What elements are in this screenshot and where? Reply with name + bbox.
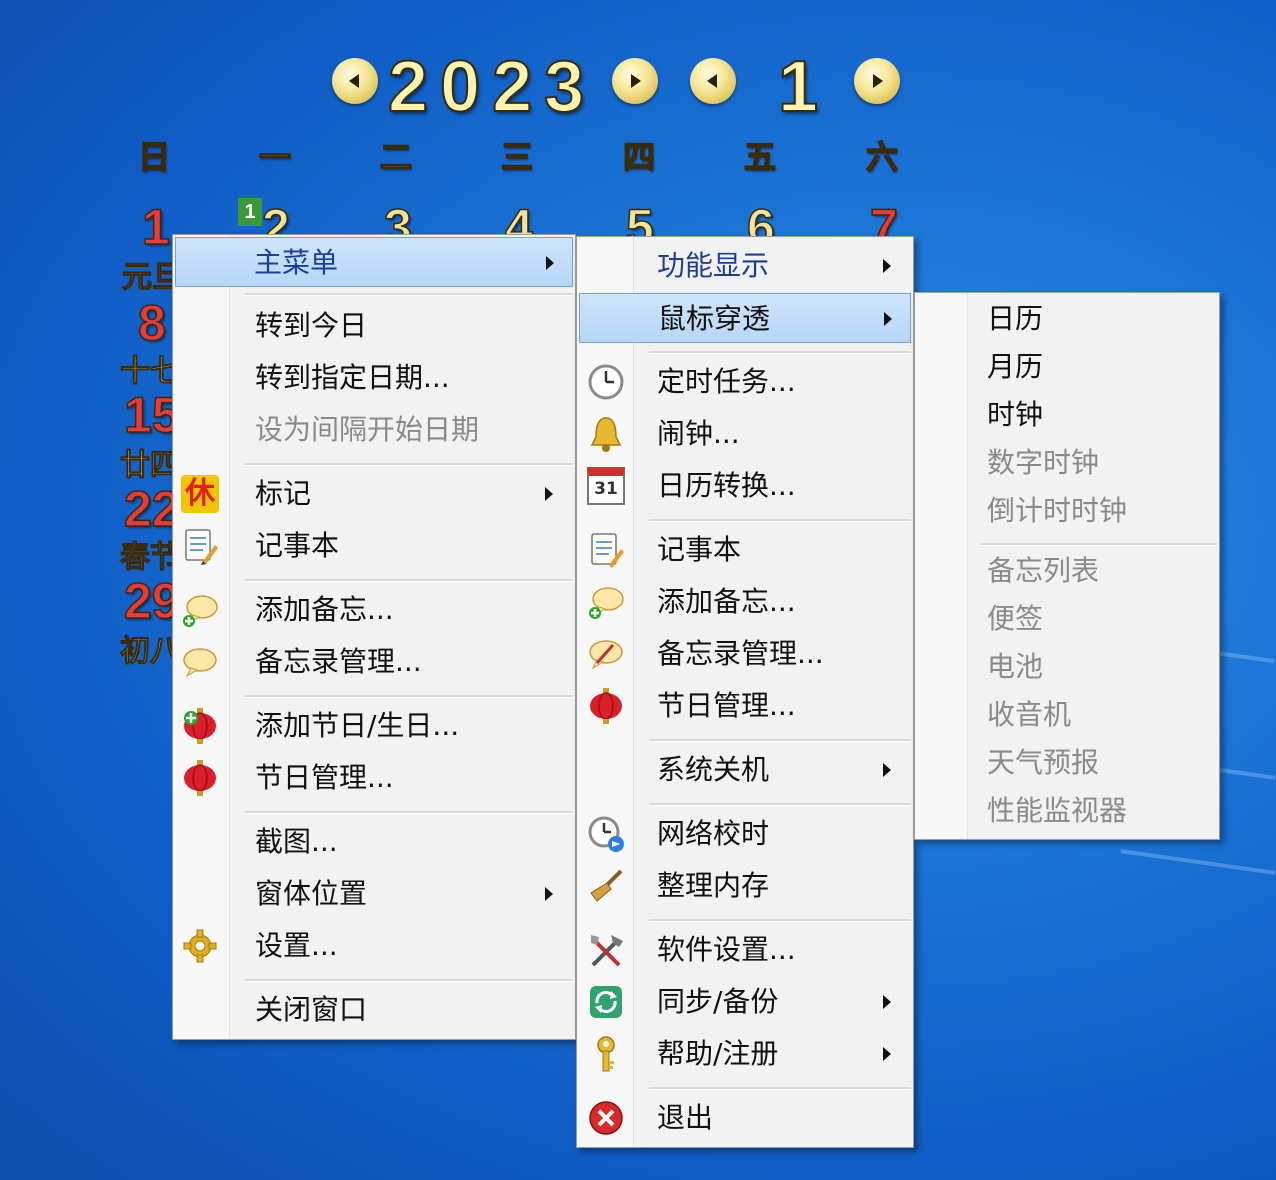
network-clock-icon xyxy=(588,816,624,852)
key-icon xyxy=(597,1036,615,1072)
arrow-right-icon xyxy=(631,74,641,88)
menu-item-mark[interactable]: 休 标记 xyxy=(175,469,573,519)
menu-item-passthrough-calendar[interactable]: 日历 xyxy=(917,295,1217,343)
next-month-button[interactable] xyxy=(854,58,900,104)
add-lantern-icon xyxy=(184,708,216,744)
broom-icon xyxy=(590,869,623,902)
menu-item-help-register[interactable]: 帮助/注册 xyxy=(579,1029,911,1079)
prev-year-button[interactable] xyxy=(332,58,378,104)
lantern-icon xyxy=(590,688,622,724)
submenu-arrow-icon xyxy=(883,259,891,273)
arrow-left-icon xyxy=(707,74,717,88)
menu-item-sync-backup[interactable]: 同步/备份 xyxy=(579,977,911,1027)
menu-item-passthrough-battery[interactable]: 电池 xyxy=(917,643,1217,691)
menu-item-window-position[interactable]: 窗体位置 xyxy=(175,869,573,919)
submenu-arrow-icon xyxy=(546,256,554,270)
wallpaper-streak xyxy=(1120,849,1276,875)
calendar-icon: 31 xyxy=(587,467,625,505)
menu-item-add-holiday[interactable]: 添加节日/生日... xyxy=(175,701,573,751)
arrow-left-icon xyxy=(349,74,359,88)
today-badge: 1 xyxy=(238,198,262,226)
lunar-label: 十七 xyxy=(120,354,181,390)
notepad-icon xyxy=(185,529,218,565)
menu-item-passthrough-clock[interactable]: 时钟 xyxy=(917,391,1217,439)
menu-item-goto-today[interactable]: 转到今日 xyxy=(175,301,573,351)
gear-icon xyxy=(183,929,217,963)
year-display: 2023 xyxy=(387,46,597,128)
menu-item-passthrough-month-calendar[interactable]: 月历 xyxy=(917,343,1217,391)
menu-item-passthrough-sticky-note[interactable]: 便签 xyxy=(917,595,1217,643)
memo-icon xyxy=(183,648,217,678)
menu-item-timed-task[interactable]: 定时任务... xyxy=(579,357,911,407)
menu-item-add-memo[interactable]: 添加备忘... xyxy=(579,577,911,627)
prev-month-button[interactable] xyxy=(690,58,736,104)
menu-item-goto-date[interactable]: 转到指定日期... xyxy=(175,353,573,403)
submenu-arrow-icon xyxy=(883,995,891,1009)
menu-item-system-shutdown[interactable]: 系统关机 xyxy=(579,745,911,795)
menu-item-set-interval-start[interactable]: 设为间隔开始日期 xyxy=(175,405,573,455)
menu-item-passthrough-weather[interactable]: 天气预报 xyxy=(917,739,1217,787)
submenu-arrow-icon xyxy=(884,312,892,326)
menu-item-passthrough-perf-monitor[interactable]: 性能监视器 xyxy=(917,787,1217,835)
menu-item-clean-memory[interactable]: 整理内存 xyxy=(579,861,911,911)
arrow-right-icon xyxy=(873,74,883,88)
menu-item-memo-manage[interactable]: 备忘录管理... xyxy=(175,637,573,687)
menu-item-notepad[interactable]: 记事本 xyxy=(579,525,911,575)
weekday-thu: 四 xyxy=(622,137,656,177)
weekday-tue: 二 xyxy=(379,137,413,177)
lunar-label: 初八 xyxy=(120,634,181,670)
submenu-arrow-icon xyxy=(883,763,891,777)
mouse-passthrough-submenu: 日历 月历 时钟 数字时钟 倒计时时钟 备忘列表 便签 电池 收音机 天气预报 … xyxy=(914,292,1220,840)
lunar-label: 春节 xyxy=(120,540,181,576)
menu-item-mouse-passthrough[interactable]: 鼠标穿透 xyxy=(579,293,911,343)
menu-item-settings[interactable]: 设置... xyxy=(175,921,573,971)
add-memo-icon xyxy=(589,587,624,619)
tools-icon xyxy=(591,935,623,967)
menu-item-software-settings[interactable]: 软件设置... xyxy=(579,925,911,975)
main-context-menu: 主菜单 转到今日 转到指定日期... 设为间隔开始日期 休 标记 记事本 添加备… xyxy=(172,234,576,1040)
lunar-label: 廿四 xyxy=(120,448,181,484)
next-year-button[interactable] xyxy=(612,58,658,104)
menu-item-holiday-manage[interactable]: 节日管理... xyxy=(579,681,911,731)
weekday-wed: 三 xyxy=(500,137,534,177)
bell-icon xyxy=(590,417,622,452)
day-cell[interactable]: 1 xyxy=(141,198,170,256)
sync-icon xyxy=(590,986,622,1018)
submenu-arrow-icon xyxy=(545,487,553,501)
notepad-icon xyxy=(591,533,624,568)
clock-icon xyxy=(588,364,624,400)
menu-item-add-memo[interactable]: 添加备忘... xyxy=(175,585,573,635)
submenu-arrow-icon xyxy=(883,1047,891,1061)
menu-item-network-time[interactable]: 网络校时 xyxy=(579,809,911,859)
menu-item-main-menu[interactable]: 主菜单 xyxy=(175,237,573,287)
edit-memo-icon xyxy=(589,640,623,670)
menu-item-passthrough-countdown[interactable]: 倒计时时钟 xyxy=(917,487,1217,535)
menu-item-notepad[interactable]: 记事本 xyxy=(175,521,573,571)
add-memo-icon xyxy=(183,595,218,627)
lantern-icon xyxy=(184,760,216,796)
menu-item-calendar-convert[interactable]: 31 日历转换... xyxy=(579,461,911,511)
menu-item-passthrough-digital-clock[interactable]: 数字时钟 xyxy=(917,439,1217,487)
weekday-sat: 六 xyxy=(865,137,899,177)
menu-item-passthrough-radio[interactable]: 收音机 xyxy=(917,691,1217,739)
menu-item-screenshot[interactable]: 截图... xyxy=(175,817,573,867)
menu-item-function-display[interactable]: 功能显示 xyxy=(579,241,911,291)
menu-item-memo-manage[interactable]: 备忘录管理... xyxy=(579,629,911,679)
weekday-sun: 日 xyxy=(137,137,171,177)
day-cell[interactable]: 8 xyxy=(137,294,166,352)
rest-day-icon: 休 xyxy=(181,475,219,513)
menu-item-holiday-manage[interactable]: 节日管理... xyxy=(175,753,573,803)
weekday-fri: 五 xyxy=(743,137,777,177)
menu-item-close-window[interactable]: 关闭窗口 xyxy=(175,985,573,1035)
exit-icon xyxy=(589,1101,623,1135)
submenu-arrow-icon xyxy=(545,887,553,901)
menu-item-alarm[interactable]: 闹钟... xyxy=(579,409,911,459)
menu-item-exit[interactable]: 退出 xyxy=(579,1093,911,1143)
weekday-mon: 一 xyxy=(258,137,292,177)
function-submenu: 功能显示 鼠标穿透 定时任务... 闹钟... 31 日历转换... 记事本 添… xyxy=(576,236,914,1148)
menu-item-passthrough-memo-list[interactable]: 备忘列表 xyxy=(917,547,1217,595)
month-display: 1 xyxy=(777,46,819,128)
